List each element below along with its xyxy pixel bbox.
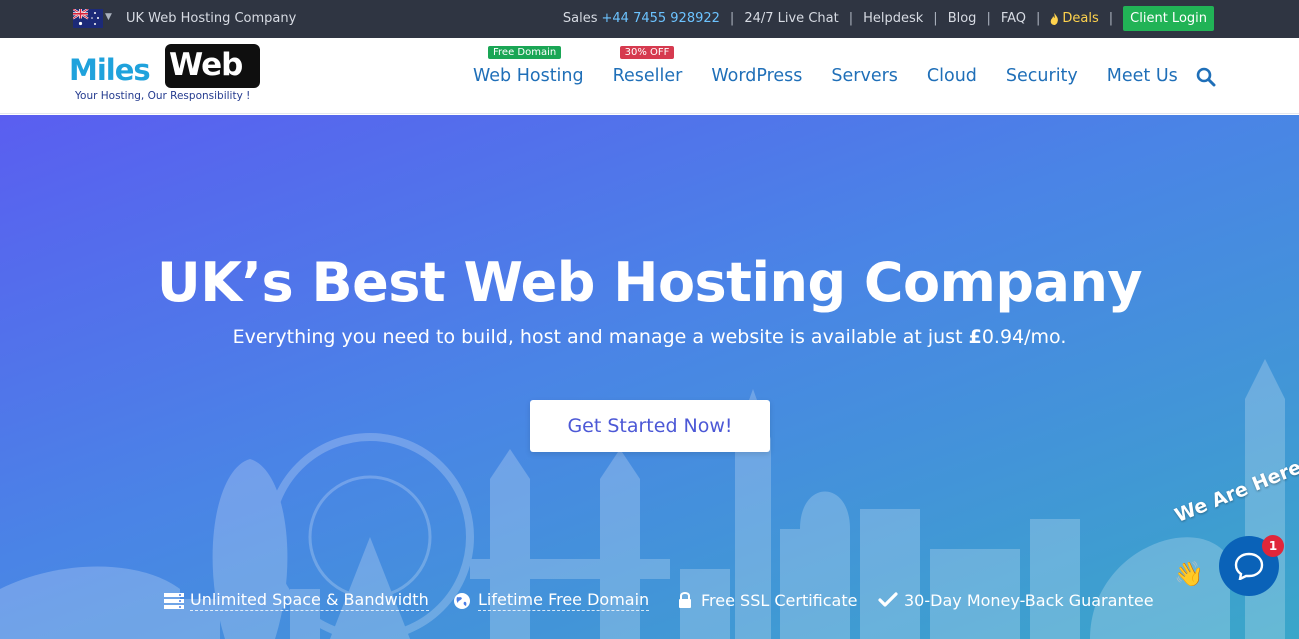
- nav-item-web-hosting[interactable]: Free Domain Web Hosting: [473, 46, 584, 86]
- get-started-button[interactable]: Get Started Now!: [530, 400, 770, 452]
- chat-bubble-icon: [1234, 552, 1264, 580]
- discount-badge: 30% OFF: [619, 46, 675, 59]
- client-login-button[interactable]: Client Login: [1123, 6, 1214, 31]
- deals-label: Deals: [1062, 11, 1099, 26]
- chevron-down-icon[interactable]: ▼: [105, 12, 112, 22]
- notification-count-badge: 1: [1262, 535, 1284, 557]
- sales-label: Sales: [562, 11, 598, 26]
- waving-hand-icon: 👋: [1174, 560, 1204, 588]
- hero-title: UK’s Best Web Hosting Company: [156, 251, 1143, 314]
- logo-tagline: Your Hosting, Our Responsibility !: [75, 90, 251, 102]
- nav-item-meet-us[interactable]: Meet Us: [1107, 66, 1178, 86]
- lock-icon: [675, 590, 695, 610]
- top-links: Sales +44 7455 928922 | 24/7 Live Chat |…: [563, 6, 1214, 31]
- helpdesk-link[interactable]: Helpdesk: [863, 11, 923, 26]
- separator: |: [1108, 11, 1114, 26]
- feature-list: Unlimited Space & Bandwidth Lifetime Fre…: [0, 590, 1299, 616]
- currency-symbol: £: [968, 326, 982, 348]
- logo-miles-text: Miles: [69, 53, 151, 87]
- feature-item: Free SSL Certificate: [675, 590, 857, 610]
- separator: |: [986, 11, 991, 26]
- mileweb-logo[interactable]: Miles Web Your Hosting, Our Responsibili…: [69, 44, 261, 104]
- hero-price: 0.94/mo.: [981, 326, 1067, 348]
- server-icon: [164, 591, 184, 611]
- nav-menu: Free Domain Web Hosting 30% OFF Reseller…: [473, 46, 1178, 86]
- company-label: UK Web Hosting Company: [126, 11, 297, 26]
- feature-label: 30-Day Money-Back Guarantee: [904, 590, 1154, 610]
- globe-icon: [452, 591, 472, 611]
- feature-label: Unlimited Space & Bandwidth: [190, 590, 429, 611]
- search-icon[interactable]: [1196, 67, 1216, 87]
- sales-phone-link[interactable]: +44 7455 928922: [602, 11, 720, 26]
- separator: |: [729, 11, 735, 26]
- live-chat-link[interactable]: 24/7 Live Chat: [744, 11, 838, 26]
- check-icon: [878, 590, 898, 610]
- free-domain-badge: Free Domain: [488, 46, 562, 59]
- main-nav: Miles Web Your Hosting, Our Responsibili…: [0, 38, 1299, 114]
- faq-link[interactable]: FAQ: [1001, 11, 1026, 26]
- feature-item[interactable]: Lifetime Free Domain: [452, 590, 650, 611]
- logo-web-text: Web: [169, 47, 243, 83]
- separator: |: [933, 11, 938, 26]
- feature-label: Lifetime Free Domain: [478, 590, 650, 611]
- nav-item-cloud[interactable]: Cloud: [927, 66, 977, 86]
- feature-label: Free SSL Certificate: [701, 590, 858, 610]
- deals-link[interactable]: Deals: [1050, 11, 1099, 26]
- nav-item-reseller[interactable]: 30% OFF Reseller: [612, 46, 683, 86]
- nav-item-servers[interactable]: Servers: [831, 66, 898, 86]
- hero-section: UK’s Best Web Hosting Company Everything…: [0, 115, 1299, 639]
- nav-item-label: Web Hosting: [473, 66, 584, 86]
- nav-item-wordpress[interactable]: WordPress: [711, 66, 802, 86]
- separator: |: [1036, 11, 1041, 26]
- nav-item-security[interactable]: Security: [1006, 66, 1078, 86]
- hero-subtitle-text: Everything you need to build, host and m…: [232, 326, 969, 348]
- feature-item: 30-Day Money-Back Guarantee: [878, 590, 1154, 610]
- top-bar: ▼ UK Web Hosting Company Sales +44 7455 …: [0, 0, 1299, 38]
- blog-link[interactable]: Blog: [948, 11, 977, 26]
- flame-icon: [1051, 12, 1059, 25]
- separator: |: [848, 11, 854, 26]
- hero-subtitle: Everything you need to build, host and m…: [0, 326, 1299, 348]
- country-flag-icon[interactable]: [73, 9, 103, 28]
- nav-item-label: Reseller: [612, 66, 683, 86]
- feature-item[interactable]: Unlimited Space & Bandwidth: [164, 590, 429, 611]
